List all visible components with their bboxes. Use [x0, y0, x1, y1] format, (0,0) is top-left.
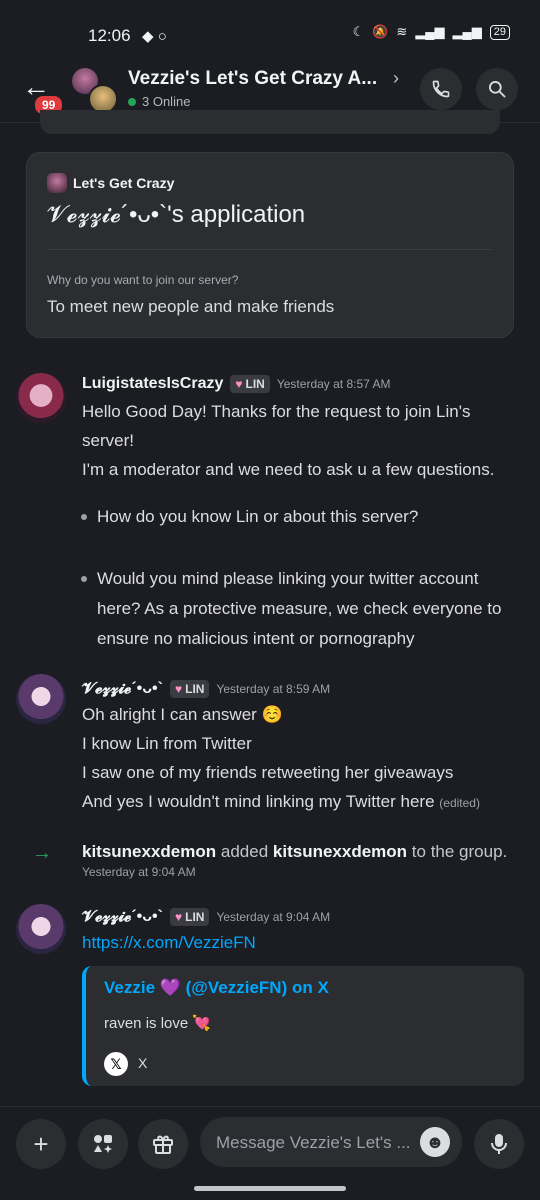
- embed-provider: X: [138, 1055, 148, 1071]
- application-answer: To meet new people and make friends: [47, 297, 335, 316]
- message-line: Oh alright I can answer ☺️: [82, 705, 283, 724]
- chevron-right-icon[interactable]: ›: [393, 68, 399, 89]
- system-timestamp: Yesterday at 9:04 AM: [82, 865, 196, 879]
- wifi-icon: ≋: [396, 24, 408, 39]
- timestamp: Yesterday at 9:04 AM: [216, 910, 331, 924]
- home-indicator[interactable]: [194, 1186, 346, 1191]
- call-button[interactable]: [420, 68, 462, 110]
- message-link[interactable]: https://x.com/VezzieFN: [82, 933, 256, 953]
- moon-icon: ☾: [352, 24, 365, 39]
- channel-title[interactable]: Vezzie's Let's Get Crazy A...: [128, 68, 377, 90]
- application-title: 𝓥𝓮𝔃𝔃𝓲𝓮´•ᴗ•`'s application: [47, 201, 306, 228]
- message-text: And yes I wouldn't mind linking my Twitt…: [82, 792, 435, 811]
- message-line: I saw one of my friends retweeting her g…: [82, 763, 454, 782]
- avatar[interactable]: [16, 373, 66, 423]
- system-action: added: [220, 842, 269, 861]
- signal-icon: ▂▄▆: [415, 24, 445, 39]
- gift-icon: [153, 1135, 173, 1154]
- message-input[interactable]: [214, 1117, 418, 1169]
- guild-tag-label: LIN: [185, 682, 205, 696]
- system-suffix: to the group.: [411, 842, 508, 861]
- online-status: 3 Online: [128, 94, 190, 109]
- link-embed[interactable]: Vezzie 💜 (@VezzieFN) on X raven is love …: [82, 966, 524, 1086]
- online-dot-icon: [128, 97, 136, 106]
- heart-icon: ♥: [174, 682, 183, 696]
- server-name: Let's Get Crazy: [73, 175, 175, 191]
- message-header: LuigistatesIsCrazy ♥ LIN Yesterday at 8:5…: [82, 375, 391, 393]
- microphone-icon: [491, 1134, 507, 1154]
- heart-icon: ♥: [174, 910, 183, 924]
- edited-label: (edited): [439, 796, 480, 810]
- author-name[interactable]: 𝓥𝓮𝔃𝔃𝓲𝓮´•ᴗ•`: [82, 680, 163, 698]
- signal2-icon: ▂▄▆: [452, 24, 482, 39]
- system-actor[interactable]: kitsunexxdemon: [82, 842, 216, 861]
- message-input-wrapper[interactable]: ☻: [200, 1117, 462, 1169]
- author-name[interactable]: LuigistatesIsCrazy: [82, 375, 223, 393]
- author-name[interactable]: 𝓥𝓮𝔃𝔃𝓲𝓮´•ᴗ•`: [82, 908, 163, 926]
- join-arrow-icon: →: [32, 842, 52, 864]
- message-body: Oh alright I can answer ☺️ I know Lin fr…: [82, 700, 480, 818]
- voice-message-button[interactable]: [474, 1119, 524, 1169]
- notification-icons: ◆ ○: [142, 28, 167, 45]
- embed-title[interactable]: Vezzie 💜 (@VezzieFN) on X: [104, 978, 329, 998]
- emoji-button[interactable]: ☻: [420, 1127, 450, 1157]
- gift-button[interactable]: [138, 1119, 188, 1169]
- heart-icon: ♥: [235, 377, 243, 391]
- online-count: 3 Online: [142, 94, 191, 109]
- list-item: Would you mind please linking your twitt…: [97, 569, 502, 648]
- emoji-icon: ☻: [425, 1131, 445, 1152]
- search-button[interactable]: [476, 68, 518, 110]
- guild-tag-label: LIN: [245, 377, 265, 391]
- list-item: How do you know Lin or about this server…: [97, 507, 419, 526]
- application-card: Let's Get Crazy 𝓥𝓮𝔃𝔃𝓲𝓮´•ᴗ•`'s applicatio…: [26, 152, 514, 338]
- message-header: 𝓥𝓮𝔃𝔃𝓲𝓮´•ᴗ•` ♥ LIN Yesterday at 8:59 AM: [82, 680, 330, 698]
- application-question: Why do you want to join our server?: [47, 273, 239, 287]
- apps-icon: [94, 1135, 112, 1153]
- avatar[interactable]: [16, 674, 66, 724]
- plus-icon: +: [33, 1128, 49, 1159]
- search-icon: [489, 81, 506, 98]
- message-header: 𝓥𝓮𝔃𝔃𝓲𝓮´•ᴗ•` ♥ LIN Yesterday at 9:04 AM: [82, 908, 330, 926]
- x-logo-icon: 𝕏: [104, 1052, 128, 1076]
- status-time: 12:06: [88, 26, 131, 45]
- timestamp: Yesterday at 8:59 AM: [216, 682, 331, 696]
- message-line: And yes I wouldn't mind linking my Twitt…: [82, 787, 480, 818]
- avatar[interactable]: [16, 904, 66, 954]
- timestamp: Yesterday at 8:57 AM: [276, 377, 391, 391]
- embed-description: raven is love 💘: [104, 1015, 212, 1032]
- message-line: I know Lin from Twitter: [82, 734, 252, 753]
- battery-icon: 29: [489, 24, 510, 40]
- guild-tag[interactable]: ♥ LIN: [169, 908, 210, 926]
- system-icons: ☾ 🔕 ≋ ▂▄▆ ▂▄▆ 29: [353, 24, 510, 40]
- previous-card-edge: [40, 110, 500, 134]
- message-body: Hello Good Day! Thanks for the request t…: [82, 397, 494, 484]
- system-target[interactable]: kitsunexxdemon: [273, 842, 407, 861]
- system-message: kitsunexxdemon added kitsunexxdemon to t…: [82, 842, 507, 862]
- add-button[interactable]: +: [16, 1119, 66, 1169]
- server-icon: [47, 173, 67, 193]
- guild-tag[interactable]: ♥ LIN: [169, 680, 210, 698]
- mute-icon: 🔕: [372, 24, 389, 39]
- guild-tag[interactable]: ♥ LIN: [230, 375, 270, 393]
- phone-icon: [432, 80, 450, 98]
- guild-tag-label: LIN: [185, 910, 205, 924]
- apps-button[interactable]: [78, 1119, 128, 1169]
- message-line: server!: [82, 431, 134, 450]
- message-line: I'm a moderator and we need to ask u a f…: [82, 460, 495, 479]
- bullet-dot-icon: [81, 514, 87, 520]
- bullet-dot-icon: [81, 576, 87, 582]
- divider: [47, 249, 493, 250]
- message-line: Hello Good Day! Thanks for the request t…: [82, 402, 471, 421]
